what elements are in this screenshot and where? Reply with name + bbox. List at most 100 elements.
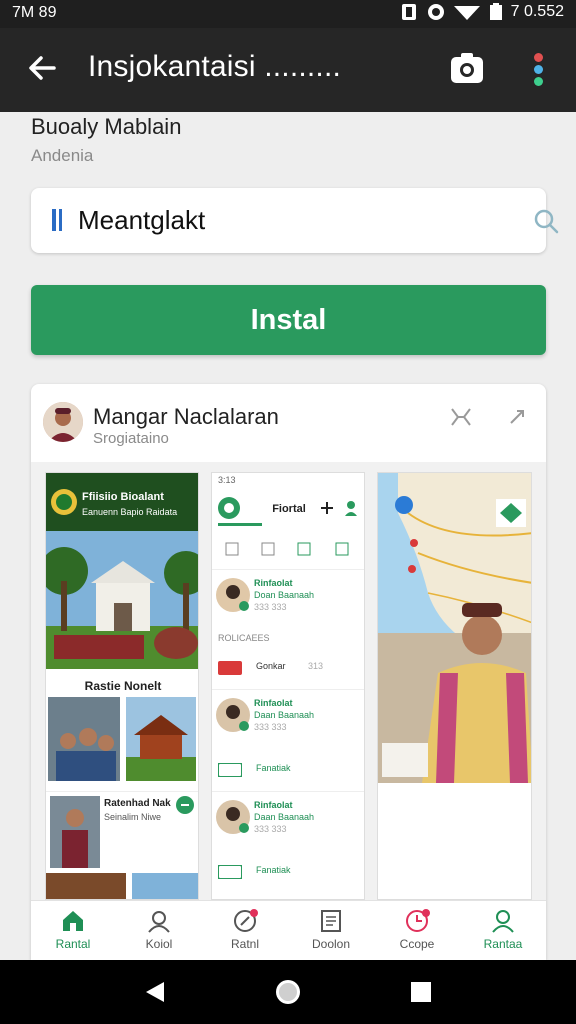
person-photo (50, 796, 100, 868)
screenshot-carousel[interactable]: Ffiisiio Bioalant Eanuenn Bapio Raidata … (31, 462, 546, 900)
screenshot-2[interactable]: 3:13 Fiortal Rinfaolat Doan Baanaah 333 … (211, 472, 365, 900)
nav-label: Doolon (311, 937, 351, 951)
home-circle-icon[interactable] (274, 978, 302, 1006)
row-title: Rinfaolat (254, 698, 293, 708)
row-avatar (216, 800, 250, 834)
shot2-tag-row-3: Fanatiak (212, 859, 364, 885)
system-nav-bar (0, 960, 576, 1024)
row-sub: Daan Baanaah (254, 812, 315, 822)
shot2-person-icon (345, 501, 357, 516)
share-icon[interactable] (509, 407, 529, 427)
shot1-header-sub: Eanuenn Bapio Raidata (82, 507, 178, 517)
shot2-tabs-icons (225, 542, 349, 556)
clock-icon (406, 909, 430, 932)
nav-label: Ccope (399, 937, 435, 951)
bookmark-icon[interactable] (450, 407, 472, 427)
people-icon (148, 911, 170, 933)
bottom-nav: Rantal Koiol Ratnl Doolon Ccope Rantaa (31, 900, 546, 960)
row-title: Rinfaolat (254, 578, 293, 588)
menu-dot (533, 53, 543, 62)
shot1-list-item: Ratenhad Nak Seinalim Niwe (46, 791, 198, 871)
shot2-time: 3:13 (218, 475, 236, 485)
tag-icon (218, 865, 242, 879)
app-subtitle: Andenia (31, 146, 94, 165)
row-sub: Daan Baanaah (254, 710, 315, 720)
search-field[interactable]: Meantglakt (31, 188, 559, 253)
nav-item-3[interactable]: Ratnl (205, 905, 285, 953)
developer-subtitle: Srogiataino (93, 430, 169, 447)
text-cursor-icon (52, 209, 62, 231)
person-icon (492, 910, 514, 933)
shot2-tag-row-1: Gonkar 313 (212, 655, 364, 681)
nav-item-6[interactable]: Rantaa (463, 905, 543, 953)
nav-label: Rantaa (483, 937, 523, 951)
status-time: 7M 89 (12, 4, 57, 21)
document-icon (321, 910, 341, 932)
app-bar: Insjokantaisi ......... (0, 28, 576, 112)
shot2-row-3: Rinfaolat Daan Baanaah 333 333 (212, 791, 364, 849)
shot2-tab-underline (218, 523, 262, 526)
app-title: Insjokantaisi ......... (88, 50, 342, 83)
screenshot-3[interactable]: + (377, 472, 532, 900)
screenshot-1[interactable]: Ffiisiio Bioalant Eanuenn Bapio Raidata … (45, 472, 199, 900)
developer-card: Mangar Naclalaran Srogiataino Ffiisiio B… (31, 384, 546, 960)
row-avatar (216, 698, 250, 732)
shot1-header-title: Ffiisiio Bioalant (82, 491, 164, 503)
nav-item-1[interactable]: Rantal (33, 905, 113, 953)
wifi-icon (453, 6, 480, 20)
map-image (378, 473, 531, 783)
row-sub: Doan Baanaah (254, 590, 315, 600)
app-name: Buoaly Mablain (31, 114, 182, 139)
menu-dot (533, 77, 543, 86)
shot2-row-1: Rinfaolat Doan Baanaah 333 333 (212, 569, 364, 627)
tag-meta: 313 (308, 661, 324, 671)
compass-icon (234, 909, 258, 932)
battery-icon (489, 3, 502, 20)
nav-label: Rantal (55, 937, 91, 951)
pavilion-photo (126, 697, 196, 781)
install-button[interactable]: Instal (31, 285, 546, 355)
shot1-header: Ffiisiio Bioalant Eanuenn Bapio Raidata (46, 473, 198, 531)
menu-dot (533, 65, 543, 74)
shot2-tag-row-2: Fanatiak (212, 757, 364, 783)
shot1-item-sub: Seinalim Niwe (104, 812, 162, 822)
row-meta: 333 333 (254, 722, 287, 732)
tag-text: Fanatiak (256, 763, 291, 773)
nav-label: Koiol (145, 937, 173, 951)
nav-item-4[interactable]: Doolon (291, 905, 371, 953)
back-triangle-icon[interactable] (144, 980, 166, 1004)
row-meta: 333 333 (254, 602, 287, 612)
green-badge-icon (176, 796, 194, 814)
row-title: Rinfaolat (254, 800, 293, 810)
shot2-tab-title: Fiortal (272, 503, 306, 515)
status-bar: 7M 89 7 0.552 (0, 0, 576, 28)
shot1-bottom-image (46, 873, 198, 899)
shot2-row-2: Rinfaolat Daan Baanaah 333 333 (212, 689, 364, 747)
camera-icon[interactable] (450, 52, 484, 84)
vibrate-icon (427, 4, 444, 20)
palace-image (46, 531, 198, 669)
nav-item-5[interactable]: Ccope (377, 905, 457, 953)
app-info: Buoaly Mablain Andenia (31, 114, 181, 166)
shot1-section: Rastie Nonelt (46, 673, 198, 785)
row-meta: 333 333 (254, 824, 287, 834)
search-icon[interactable] (533, 208, 559, 234)
search-input-value[interactable]: Meantglakt (78, 205, 205, 236)
recents-square-icon[interactable] (410, 981, 432, 1003)
family-photo (48, 697, 120, 781)
nav-label: Ratnl (230, 937, 259, 951)
tag-text: Fanatiak (256, 865, 291, 875)
avatar (43, 402, 83, 442)
nfc-icon (401, 4, 416, 20)
more-vert-icon[interactable] (530, 50, 546, 90)
back-arrow-icon[interactable] (24, 50, 60, 86)
emblem-icon (51, 489, 77, 515)
status-icons: 7 0.552 (399, 3, 564, 21)
shot2-section-label: ROLICAEES (218, 633, 270, 643)
shot2-plus-icon (321, 502, 333, 514)
shot1-section-title: Rastie Nonelt (84, 679, 162, 693)
shot1-item-title: Ratenhad Nak (104, 798, 171, 809)
tag-text: Gonkar (256, 661, 286, 671)
row-avatar (216, 578, 250, 612)
nav-item-2[interactable]: Koiol (119, 905, 199, 953)
